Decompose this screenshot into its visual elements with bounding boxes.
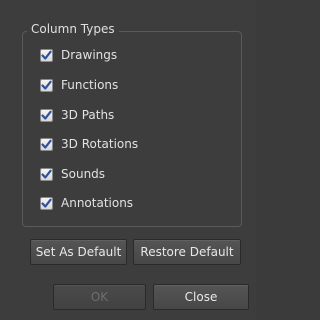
checkbox-label: Sounds [61, 167, 106, 181]
checkmark-icon [41, 198, 52, 208]
checkbox-3d-paths[interactable]: 3D Paths [40, 107, 114, 123]
restore-default-button[interactable]: Restore Default [133, 239, 241, 265]
checkbox-box[interactable] [40, 167, 53, 181]
group-title: Column Types [27, 22, 119, 36]
checkbox-label: 3D Paths [61, 108, 115, 122]
checkmark-icon [41, 50, 52, 60]
checkbox-label: 3D Rotations [61, 137, 139, 151]
close-button[interactable]: Close [153, 284, 249, 310]
checkmark-icon [41, 110, 52, 120]
checkbox-box[interactable] [40, 137, 53, 151]
checkmark-icon [41, 169, 52, 179]
checkbox-annotations[interactable]: Annotations [40, 195, 133, 211]
checkmark-icon [41, 139, 52, 149]
set-as-default-button[interactable]: Set As Default [30, 239, 127, 265]
checkbox-label: Annotations [61, 196, 134, 210]
column-types-dialog: Column Types Drawings Functions 3D Paths… [0, 0, 256, 320]
checkbox-box[interactable] [40, 108, 53, 122]
checkmark-icon [41, 80, 52, 90]
checkbox-drawings[interactable]: Drawings [40, 47, 117, 63]
checkbox-label: Functions [61, 78, 119, 92]
checkbox-functions[interactable]: Functions [40, 77, 118, 93]
checkbox-3d-rotations[interactable]: 3D Rotations [40, 136, 138, 152]
checkbox-sounds[interactable]: Sounds [40, 166, 105, 182]
checkbox-box[interactable] [40, 48, 53, 62]
checkbox-box[interactable] [40, 196, 53, 210]
checkbox-box[interactable] [40, 78, 53, 92]
checkbox-label: Drawings [61, 48, 118, 62]
ok-button[interactable]: OK [53, 284, 146, 310]
